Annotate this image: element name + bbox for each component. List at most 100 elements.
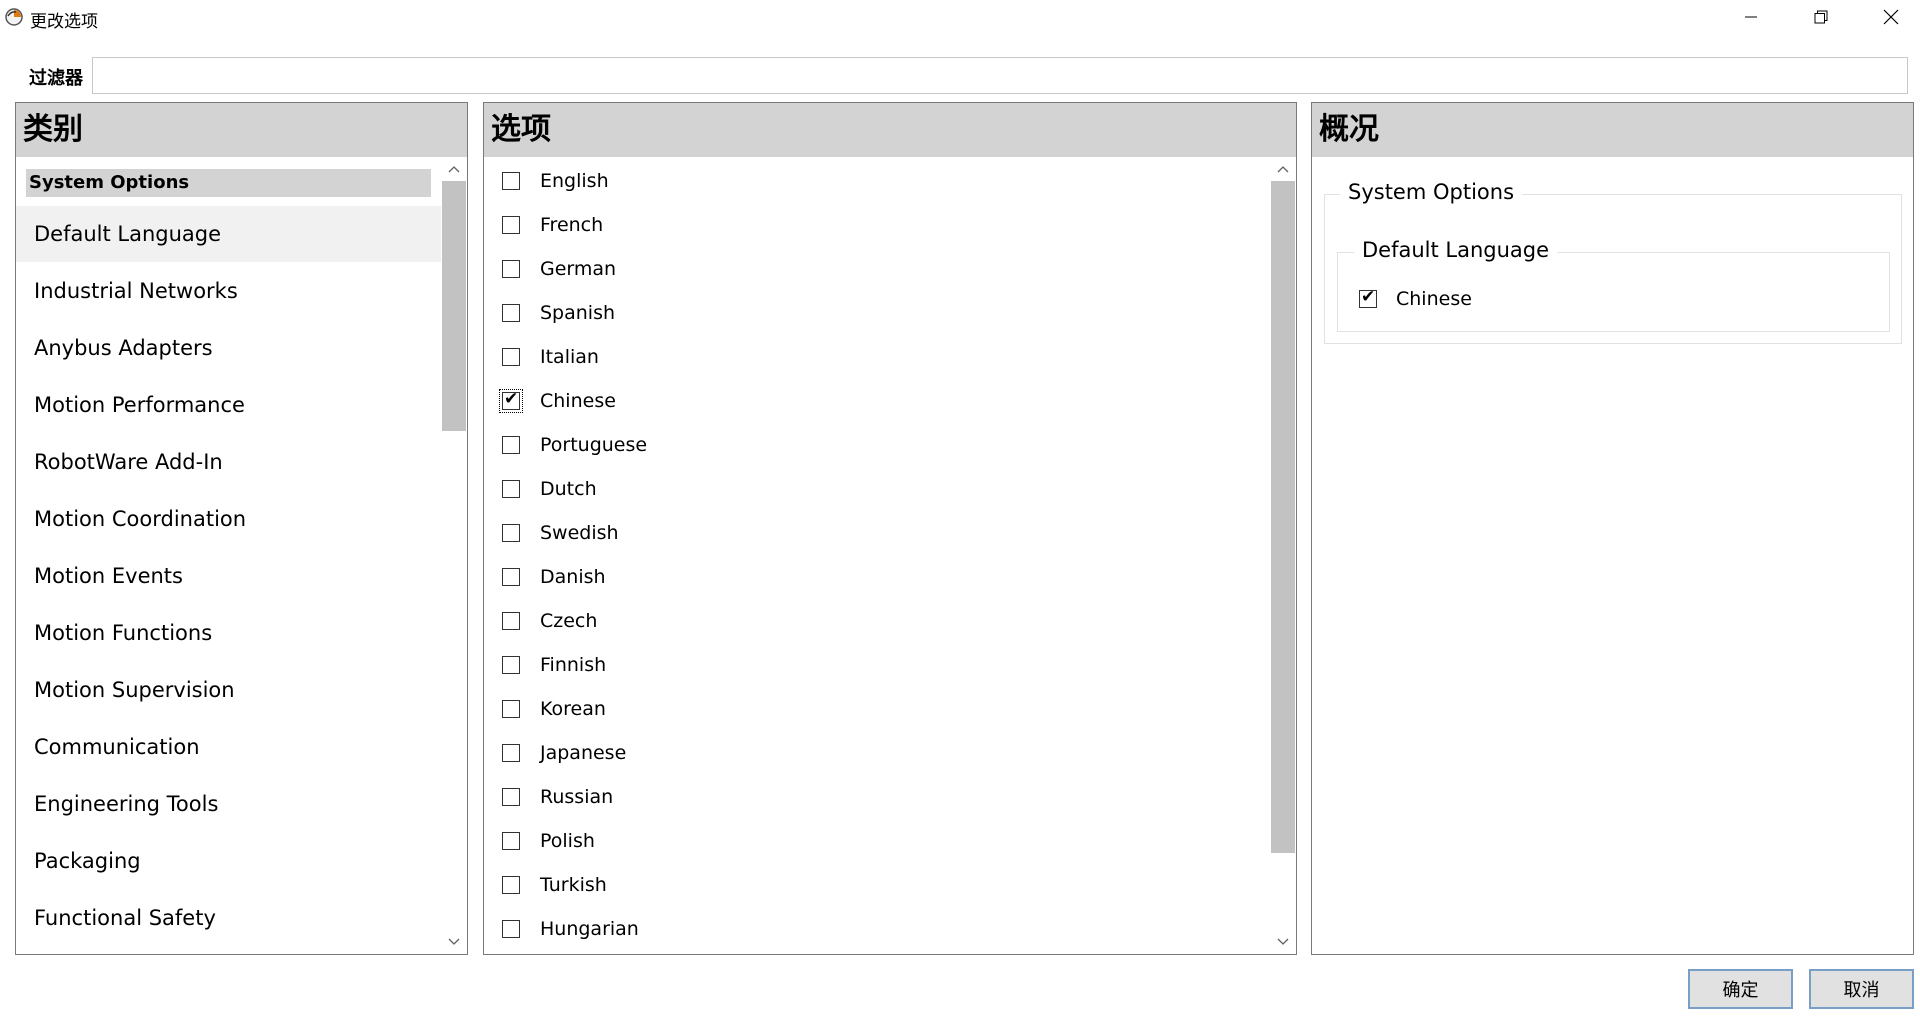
- option-label: Danish: [540, 566, 606, 588]
- scroll-up-button[interactable]: [1270, 157, 1296, 181]
- option-czech[interactable]: Czech: [502, 603, 597, 639]
- checkbox[interactable]: [502, 524, 520, 542]
- option-chinese[interactable]: Chinese: [499, 383, 616, 419]
- option-label: German: [540, 258, 617, 280]
- option-label: Swedish: [540, 522, 619, 544]
- filter-label: 过滤器: [29, 68, 83, 89]
- checkbox[interactable]: [502, 260, 520, 278]
- checkbox[interactable]: [502, 832, 520, 850]
- restore-button[interactable]: [1786, 0, 1856, 34]
- category-item-motion-performance[interactable]: Motion Performance: [16, 377, 441, 433]
- category-panel: 类别 System Options Default Language Indus…: [15, 102, 468, 955]
- scroll-thumb[interactable]: [442, 181, 466, 431]
- checkbox[interactable]: [502, 920, 520, 938]
- category-item-motion-events[interactable]: Motion Events: [16, 548, 441, 604]
- checkbox[interactable]: [502, 304, 520, 322]
- option-danish[interactable]: Danish: [502, 559, 606, 595]
- category-item-engineering-tools[interactable]: Engineering Tools: [16, 776, 441, 832]
- options-scrollbar[interactable]: [1270, 157, 1296, 954]
- filter-input[interactable]: [92, 57, 1908, 94]
- option-dutch[interactable]: Dutch: [502, 471, 597, 507]
- category-item-functional-safety[interactable]: Functional Safety: [16, 890, 441, 946]
- option-label: Dutch: [540, 478, 597, 500]
- category-item-robotware-add-in[interactable]: RobotWare Add-In: [16, 434, 441, 490]
- category-header: 类别: [16, 103, 467, 157]
- checkbox[interactable]: [502, 172, 520, 190]
- checkbox[interactable]: [502, 788, 520, 806]
- scroll-up-button[interactable]: [441, 157, 467, 181]
- option-swedish[interactable]: Swedish: [502, 515, 619, 551]
- close-icon: [1883, 9, 1899, 25]
- checkbox-checked[interactable]: [499, 389, 523, 413]
- checkbox[interactable]: [502, 568, 520, 586]
- title-bar: 更改选项: [0, 0, 1920, 34]
- scroll-thumb[interactable]: [1271, 181, 1295, 853]
- close-button[interactable]: [1856, 0, 1920, 34]
- options-header: 选项: [484, 103, 1296, 157]
- options-panel: 选项 English French German Spanish Italian…: [483, 102, 1297, 955]
- overview-option-label: Chinese: [1396, 288, 1472, 310]
- category-item-motion-coordination[interactable]: Motion Coordination: [16, 491, 441, 547]
- option-finnish[interactable]: Finnish: [502, 647, 606, 683]
- ok-button[interactable]: 确定: [1688, 969, 1793, 1009]
- cancel-button[interactable]: 取消: [1809, 969, 1914, 1009]
- category-item-packaging[interactable]: Packaging: [16, 833, 441, 889]
- option-turkish[interactable]: Turkish: [502, 867, 607, 903]
- overview-panel: 概况 System Options Default Language Chine…: [1311, 102, 1914, 955]
- category-item-motion-functions[interactable]: Motion Functions: [16, 605, 441, 661]
- option-label: Polish: [540, 830, 595, 852]
- scroll-down-button[interactable]: [441, 930, 467, 954]
- option-spanish[interactable]: Spanish: [502, 295, 615, 331]
- option-french[interactable]: French: [502, 207, 603, 243]
- option-german[interactable]: German: [502, 251, 616, 287]
- option-label: French: [540, 214, 604, 236]
- scroll-down-button[interactable]: [1270, 930, 1296, 954]
- restore-icon: [1814, 10, 1828, 24]
- option-italian[interactable]: Italian: [502, 339, 599, 375]
- checkbox[interactable]: [502, 876, 520, 894]
- option-portuguese[interactable]: Portuguese: [502, 427, 647, 463]
- overview-selected-option: Chinese: [1359, 287, 1472, 310]
- option-label: Korean: [540, 698, 606, 720]
- category-item-industrial-networks[interactable]: Industrial Networks: [16, 263, 441, 319]
- option-label: Russian: [540, 786, 614, 808]
- option-label: Czech: [540, 610, 598, 632]
- category-item-default-language[interactable]: Default Language: [16, 206, 441, 262]
- option-label: Finnish: [540, 654, 607, 676]
- category-list: System Options Default Language Industri…: [16, 157, 441, 954]
- option-label: Turkish: [540, 874, 607, 896]
- checkbox[interactable]: [502, 436, 520, 454]
- window-title: 更改选项: [30, 12, 98, 32]
- chevron-up-icon: [1277, 166, 1289, 173]
- chevron-up-icon: [448, 166, 460, 173]
- option-korean[interactable]: Korean: [502, 691, 606, 727]
- checkbox[interactable]: [502, 216, 520, 234]
- option-label: Italian: [540, 346, 599, 368]
- overview-subgroup-title: Default Language: [1354, 238, 1558, 262]
- category-item-anybus-adapters[interactable]: Anybus Adapters: [16, 320, 441, 376]
- overview-group-title: System Options: [1340, 180, 1523, 204]
- options-list: English French German Spanish Italian Ch…: [484, 157, 1270, 954]
- option-russian[interactable]: Russian: [502, 779, 613, 815]
- checkbox[interactable]: [502, 480, 520, 498]
- option-hungarian[interactable]: Hungarian: [502, 911, 639, 947]
- overview-header: 概况: [1312, 103, 1913, 157]
- checkbox[interactable]: [502, 612, 520, 630]
- checkbox[interactable]: [502, 348, 520, 366]
- category-scrollbar[interactable]: [441, 157, 467, 954]
- app-logo-icon: [5, 8, 23, 26]
- checkbox[interactable]: [502, 744, 520, 762]
- option-label: Portuguese: [540, 434, 648, 456]
- option-japanese[interactable]: Japanese: [502, 735, 626, 771]
- category-item-communication[interactable]: Communication: [16, 719, 441, 775]
- checkbox[interactable]: [502, 700, 520, 718]
- category-group-label: System Options: [26, 169, 431, 197]
- minimize-icon: [1745, 16, 1757, 18]
- option-label: English: [540, 170, 609, 192]
- option-polish[interactable]: Polish: [502, 823, 595, 859]
- checkbox[interactable]: [502, 656, 520, 674]
- option-english[interactable]: English: [502, 163, 609, 199]
- checkbox-checked: [1359, 287, 1377, 308]
- category-item-motion-supervision[interactable]: Motion Supervision: [16, 662, 441, 718]
- minimize-button[interactable]: [1716, 0, 1786, 34]
